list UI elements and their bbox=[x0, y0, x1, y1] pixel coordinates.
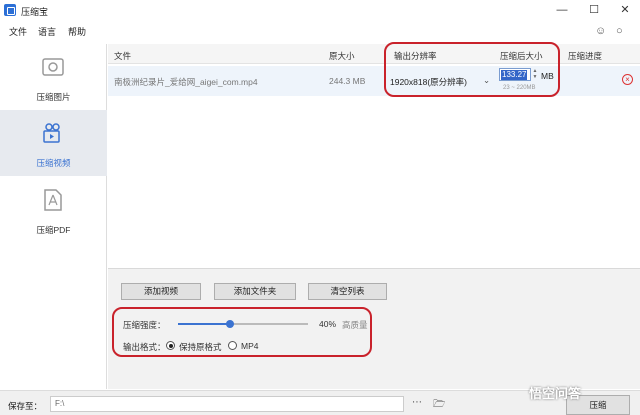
highlight-box bbox=[112, 307, 372, 357]
file-name: 南极洲纪录片_爱给网_aigei_com.mp4 bbox=[114, 77, 258, 87]
maximize-button[interactable]: ☐ bbox=[581, 2, 607, 18]
sidebar-item-label: 压缩图片 bbox=[36, 92, 71, 102]
app-logo-icon bbox=[4, 4, 16, 16]
more-icon[interactable]: ⋯ bbox=[412, 397, 422, 408]
folder-icon[interactable]: 🗁 bbox=[433, 397, 445, 414]
delete-icon[interactable]: × bbox=[622, 74, 633, 85]
user-icon[interactable]: ☺ bbox=[595, 25, 606, 37]
sidebar-item-compress-pdf[interactable]: 压缩PDF bbox=[0, 177, 107, 243]
table-row[interactable]: 南极洲纪录片_爱给网_aigei_com.mp4 244.3 MB 1920x8… bbox=[108, 66, 640, 96]
header-file: 文件 bbox=[114, 51, 132, 61]
minimize-button[interactable]: — bbox=[549, 2, 575, 18]
menu-bar: 文件 语言 帮助 bbox=[0, 22, 640, 38]
sidebar-item-compress-image[interactable]: 压缩图片 bbox=[0, 44, 107, 110]
highlight-box bbox=[384, 42, 560, 97]
menu-help[interactable]: 帮助 bbox=[68, 25, 86, 38]
close-button[interactable]: ✕ bbox=[612, 2, 638, 18]
sidebar-item-label: 压缩视频 bbox=[36, 158, 71, 168]
clear-list-button[interactable]: 清空列表 bbox=[308, 283, 387, 300]
image-icon bbox=[42, 58, 64, 76]
header-original-size: 原大小 bbox=[329, 51, 355, 61]
original-size: 244.3 MB bbox=[329, 76, 366, 86]
menu-file[interactable]: 文件 bbox=[9, 25, 27, 38]
file-table-header: 文件 原大小 输出分辨率 压缩后大小 压缩进度 bbox=[108, 44, 640, 64]
save-label: 保存至： bbox=[8, 401, 43, 411]
save-path-input[interactable]: F:\ bbox=[50, 396, 404, 412]
menu-language[interactable]: 语言 bbox=[38, 25, 56, 38]
add-video-button[interactable]: 添加视频 bbox=[121, 283, 201, 300]
pdf-icon bbox=[44, 189, 62, 211]
chat-icon[interactable]: ○ bbox=[616, 25, 623, 37]
watermark: 悟空问答 bbox=[529, 386, 582, 401]
sidebar-item-compress-video[interactable]: 压缩视频 bbox=[0, 110, 107, 176]
app-title: 压缩宝 bbox=[21, 7, 49, 17]
add-folder-button[interactable]: 添加文件夹 bbox=[214, 283, 296, 300]
header-progress: 压缩进度 bbox=[568, 51, 603, 61]
title-bar: 压缩宝 — ☐ ✕ bbox=[0, 0, 640, 20]
video-icon bbox=[43, 123, 60, 143]
sidebar-item-label: 压缩PDF bbox=[36, 225, 71, 235]
sidebar: 压缩图片 压缩视频 压缩PDF bbox=[0, 44, 107, 389]
